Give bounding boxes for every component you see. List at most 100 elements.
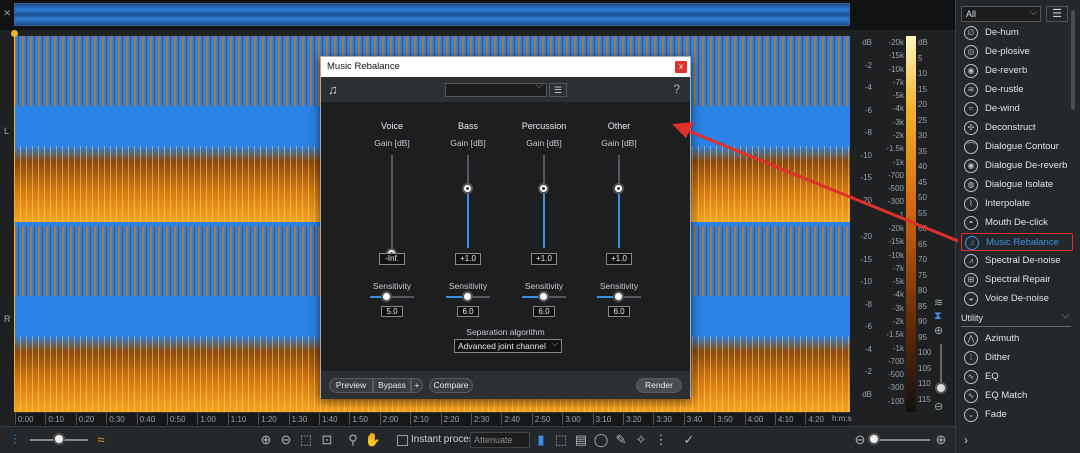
scale-tick: 40 xyxy=(918,162,927,171)
module-item-de-rustle[interactable]: ≋ De-rustle xyxy=(961,81,1073,99)
waveform-overview[interactable]: ⨯ xyxy=(0,0,955,30)
sensitivity-slider-knob[interactable] xyxy=(381,291,392,302)
module-item-voice-de-noise[interactable]: ◒ Voice De-noise xyxy=(961,290,1073,308)
gain-slider-knob[interactable] xyxy=(538,183,549,194)
zoom-out-icon[interactable]: ⊖ xyxy=(934,400,943,413)
timeline-tick: 1:50 xyxy=(349,413,368,425)
vertical-zoom-controls[interactable]: ≋ ⧗ ⊕ ⊖ xyxy=(932,296,950,416)
chevron-right-icon[interactable]: › xyxy=(964,433,968,447)
utility-item-dither[interactable]: ⁞ Dither xyxy=(961,349,1073,367)
utility-item-eq-match[interactable]: ∿ EQ Match xyxy=(961,387,1073,405)
box-selection-icon[interactable]: ⬚ xyxy=(552,431,570,449)
render-button[interactable]: Render xyxy=(636,378,682,393)
zoom-in-icon[interactable]: ⊕ xyxy=(934,324,943,337)
instant-process-checkbox[interactable] xyxy=(397,435,408,446)
lasso-icon[interactable]: ◯ xyxy=(592,431,610,449)
gain-slider-knob[interactable] xyxy=(613,183,624,194)
module-list-scrollbar[interactable] xyxy=(1071,10,1075,110)
bypass-button[interactable]: Bypass xyxy=(373,378,411,393)
magnify-icon[interactable]: ⚲ xyxy=(344,431,362,449)
module-item-de-wind[interactable]: ≈ De-wind xyxy=(961,100,1073,118)
scale-tick: 70 xyxy=(918,255,927,264)
zoom-in-icon[interactable]: ⊕ xyxy=(257,431,275,449)
waveform-view-icon[interactable]: ⫶ xyxy=(6,431,24,449)
gain-slider-knob[interactable] xyxy=(462,183,473,194)
sensitivity-slider-knob[interactable] xyxy=(462,291,473,302)
module-icon: ◉ xyxy=(964,64,978,78)
module-item-interpolate[interactable]: ⌇ Interpolate xyxy=(961,195,1073,213)
module-item-deconstruct[interactable]: ✣ Deconstruct xyxy=(961,119,1073,137)
playhead-handle[interactable] xyxy=(11,30,18,37)
frequency-selection-icon[interactable]: ▤ xyxy=(572,431,590,449)
harmonic-selection-icon[interactable]: ⋮ xyxy=(652,431,670,449)
module-item-dialogue-de-reverb[interactable]: ◉ Dialogue De-reverb xyxy=(961,157,1073,175)
gain-value[interactable]: +1.0 xyxy=(455,253,481,265)
spectrogram-view-icon[interactable]: ≈ xyxy=(92,431,110,449)
preset-select[interactable] xyxy=(445,80,547,97)
zoom-selection-icon[interactable]: ⬚ xyxy=(297,431,315,449)
opacity-slider-knob[interactable] xyxy=(53,433,65,445)
gain-slider-track[interactable] xyxy=(391,155,393,248)
gain-value[interactable]: +1.0 xyxy=(531,253,557,265)
timeline-ruler[interactable]: 0:00 0:10 0:20 0:30 0:40 0:50 1:00 1:10 1:20 1:30… xyxy=(14,412,850,426)
collapse-icon[interactable]: ⨯ xyxy=(3,8,11,19)
help-icon[interactable]: ? xyxy=(673,82,680,96)
utility-header[interactable]: Utility xyxy=(961,310,1071,327)
zoom-out-horizontal-icon[interactable]: ⊖ xyxy=(851,431,869,449)
timeline-tick: 0:20 xyxy=(75,413,95,425)
module-item-dialogue-contour[interactable]: ⌒ Dialogue Contour xyxy=(961,138,1073,156)
sensitivity-value[interactable]: 5.0 xyxy=(381,306,403,317)
vertical-zoom-knob[interactable] xyxy=(935,382,947,394)
module-item-mouth-de-click[interactable]: ◓ Mouth De-click xyxy=(961,214,1073,232)
overview-waveform[interactable] xyxy=(14,3,850,26)
module-item-de-reverb[interactable]: ◉ De-reverb xyxy=(961,62,1073,80)
utility-item-azimuth[interactable]: ⋀ Azimuth xyxy=(961,330,1073,348)
pencil-icon[interactable]: ✓ xyxy=(680,431,698,449)
zoom-fit-icon[interactable]: ⊡ xyxy=(318,431,336,449)
instant-process-mode-select[interactable]: Attenuate xyxy=(470,432,530,448)
zoom-in-horizontal-icon[interactable]: ⊕ xyxy=(932,431,950,449)
bypass-options-button[interactable]: + xyxy=(411,378,423,393)
utility-item-fade[interactable]: ⌄ Fade xyxy=(961,406,1073,424)
zoom-out-icon[interactable]: ⊖ xyxy=(277,431,295,449)
sensitivity-slider-knob[interactable] xyxy=(613,291,624,302)
scale-tick: 60 xyxy=(918,224,927,233)
close-button[interactable]: x xyxy=(675,61,687,73)
gain-value[interactable]: -Inf. xyxy=(379,253,405,265)
sensitivity-value[interactable]: 6.0 xyxy=(608,306,630,317)
time-selection-icon[interactable]: ▮ xyxy=(532,431,550,449)
dialog-title[interactable]: Music Rebalance xyxy=(321,57,690,77)
sensitivity-slider-knob[interactable] xyxy=(538,291,549,302)
hand-icon[interactable]: ✋ xyxy=(364,431,382,449)
module-icon: ◍ xyxy=(964,178,978,192)
compare-button[interactable]: Compare xyxy=(429,378,473,393)
horizontal-zoom-knob[interactable] xyxy=(868,433,880,445)
module-item-spectral-de-noise[interactable]: ⩘ Spectral De-noise xyxy=(961,252,1073,270)
horizontal-zoom-track[interactable] xyxy=(872,439,930,441)
preset-menu-button[interactable]: ☰ xyxy=(549,83,567,97)
spectrogram-toggle-icon[interactable]: ⧗ xyxy=(934,310,942,323)
waveform-toggle-icon[interactable]: ≋ xyxy=(934,296,943,309)
magic-wand-icon[interactable]: ✧ xyxy=(632,431,650,449)
scale-tick: -20 xyxy=(860,195,872,205)
sensitivity-value[interactable]: 6.0 xyxy=(533,306,555,317)
module-item-dialogue-isolate[interactable]: ◍ Dialogue Isolate xyxy=(961,176,1073,194)
module-item-music-rebalance[interactable]: ♫ Music Rebalance xyxy=(961,233,1073,251)
module-label: EQ xyxy=(985,371,999,382)
gain-value[interactable]: +1.0 xyxy=(606,253,632,265)
scale-tick: -7k xyxy=(892,77,904,87)
scale-tick: -500 xyxy=(887,184,904,194)
separation-algorithm-select[interactable]: Advanced joint channel xyxy=(454,337,562,353)
module-menu-button[interactable]: ☰ xyxy=(1046,6,1068,22)
utility-item-eq[interactable]: ∿ EQ xyxy=(961,368,1073,386)
preview-button[interactable]: Preview xyxy=(329,378,373,393)
module-item-de-plosive[interactable]: ◎ De-plosive xyxy=(961,43,1073,61)
module-filter-select[interactable]: All xyxy=(961,5,1041,22)
playhead[interactable] xyxy=(14,30,15,412)
sensitivity-value[interactable]: 6.0 xyxy=(457,306,479,317)
brush-icon[interactable]: ✎ xyxy=(612,431,630,449)
module-item-de-hum[interactable]: ∅ De-hum xyxy=(961,24,1073,42)
module-icon: ♫ xyxy=(965,236,979,250)
scale-tick: 110 xyxy=(918,379,931,388)
module-item-spectral-repair[interactable]: ⊞ Spectral Repair xyxy=(961,271,1073,289)
